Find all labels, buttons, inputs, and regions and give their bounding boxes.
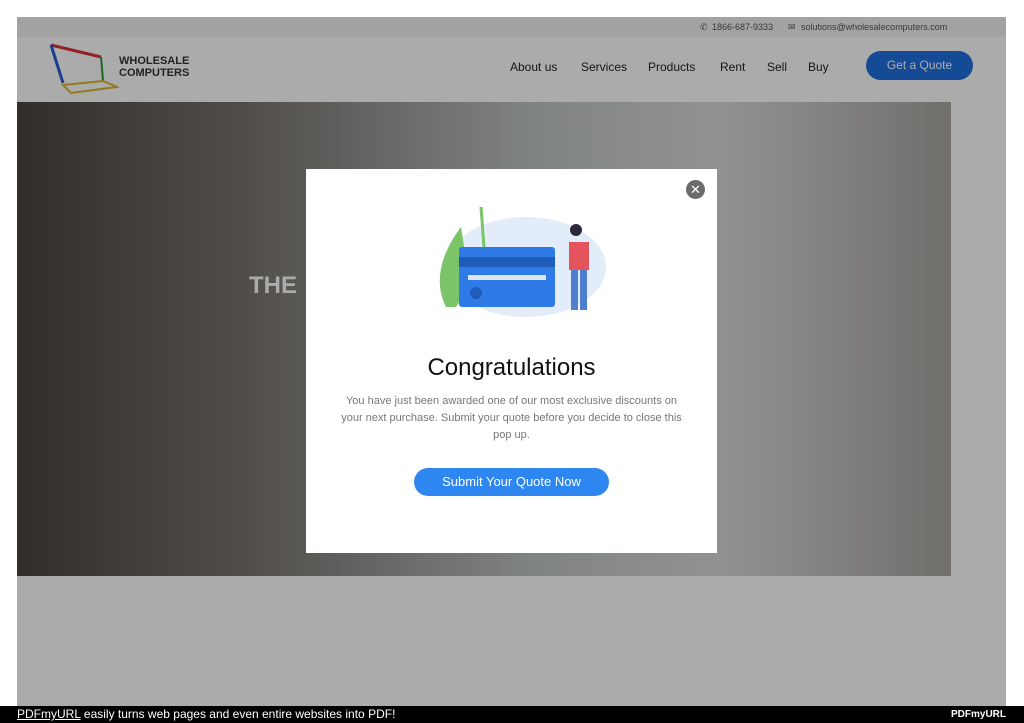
credit-card-illustration	[439, 206, 606, 317]
submit-quote-button[interactable]: Submit Your Quote Now	[414, 468, 609, 496]
modal-title: Congratulations	[427, 354, 596, 381]
congratulations-modal: ✕ Congratulations You have just been awa…	[306, 169, 717, 553]
pdfmyurl-banner: PDFmyURL easily turns web pages and even…	[0, 706, 1024, 723]
modal-message: You have just been awarded one of our mo…	[341, 395, 682, 441]
close-icon[interactable]: ✕	[686, 180, 705, 199]
pdfmyurl-logo[interactable]: PDFmyURL	[951, 709, 1006, 720]
banner-text: easily turns web pages and even entire w…	[80, 707, 396, 721]
pdfmyurl-link[interactable]: PDFmyURL	[17, 707, 81, 721]
